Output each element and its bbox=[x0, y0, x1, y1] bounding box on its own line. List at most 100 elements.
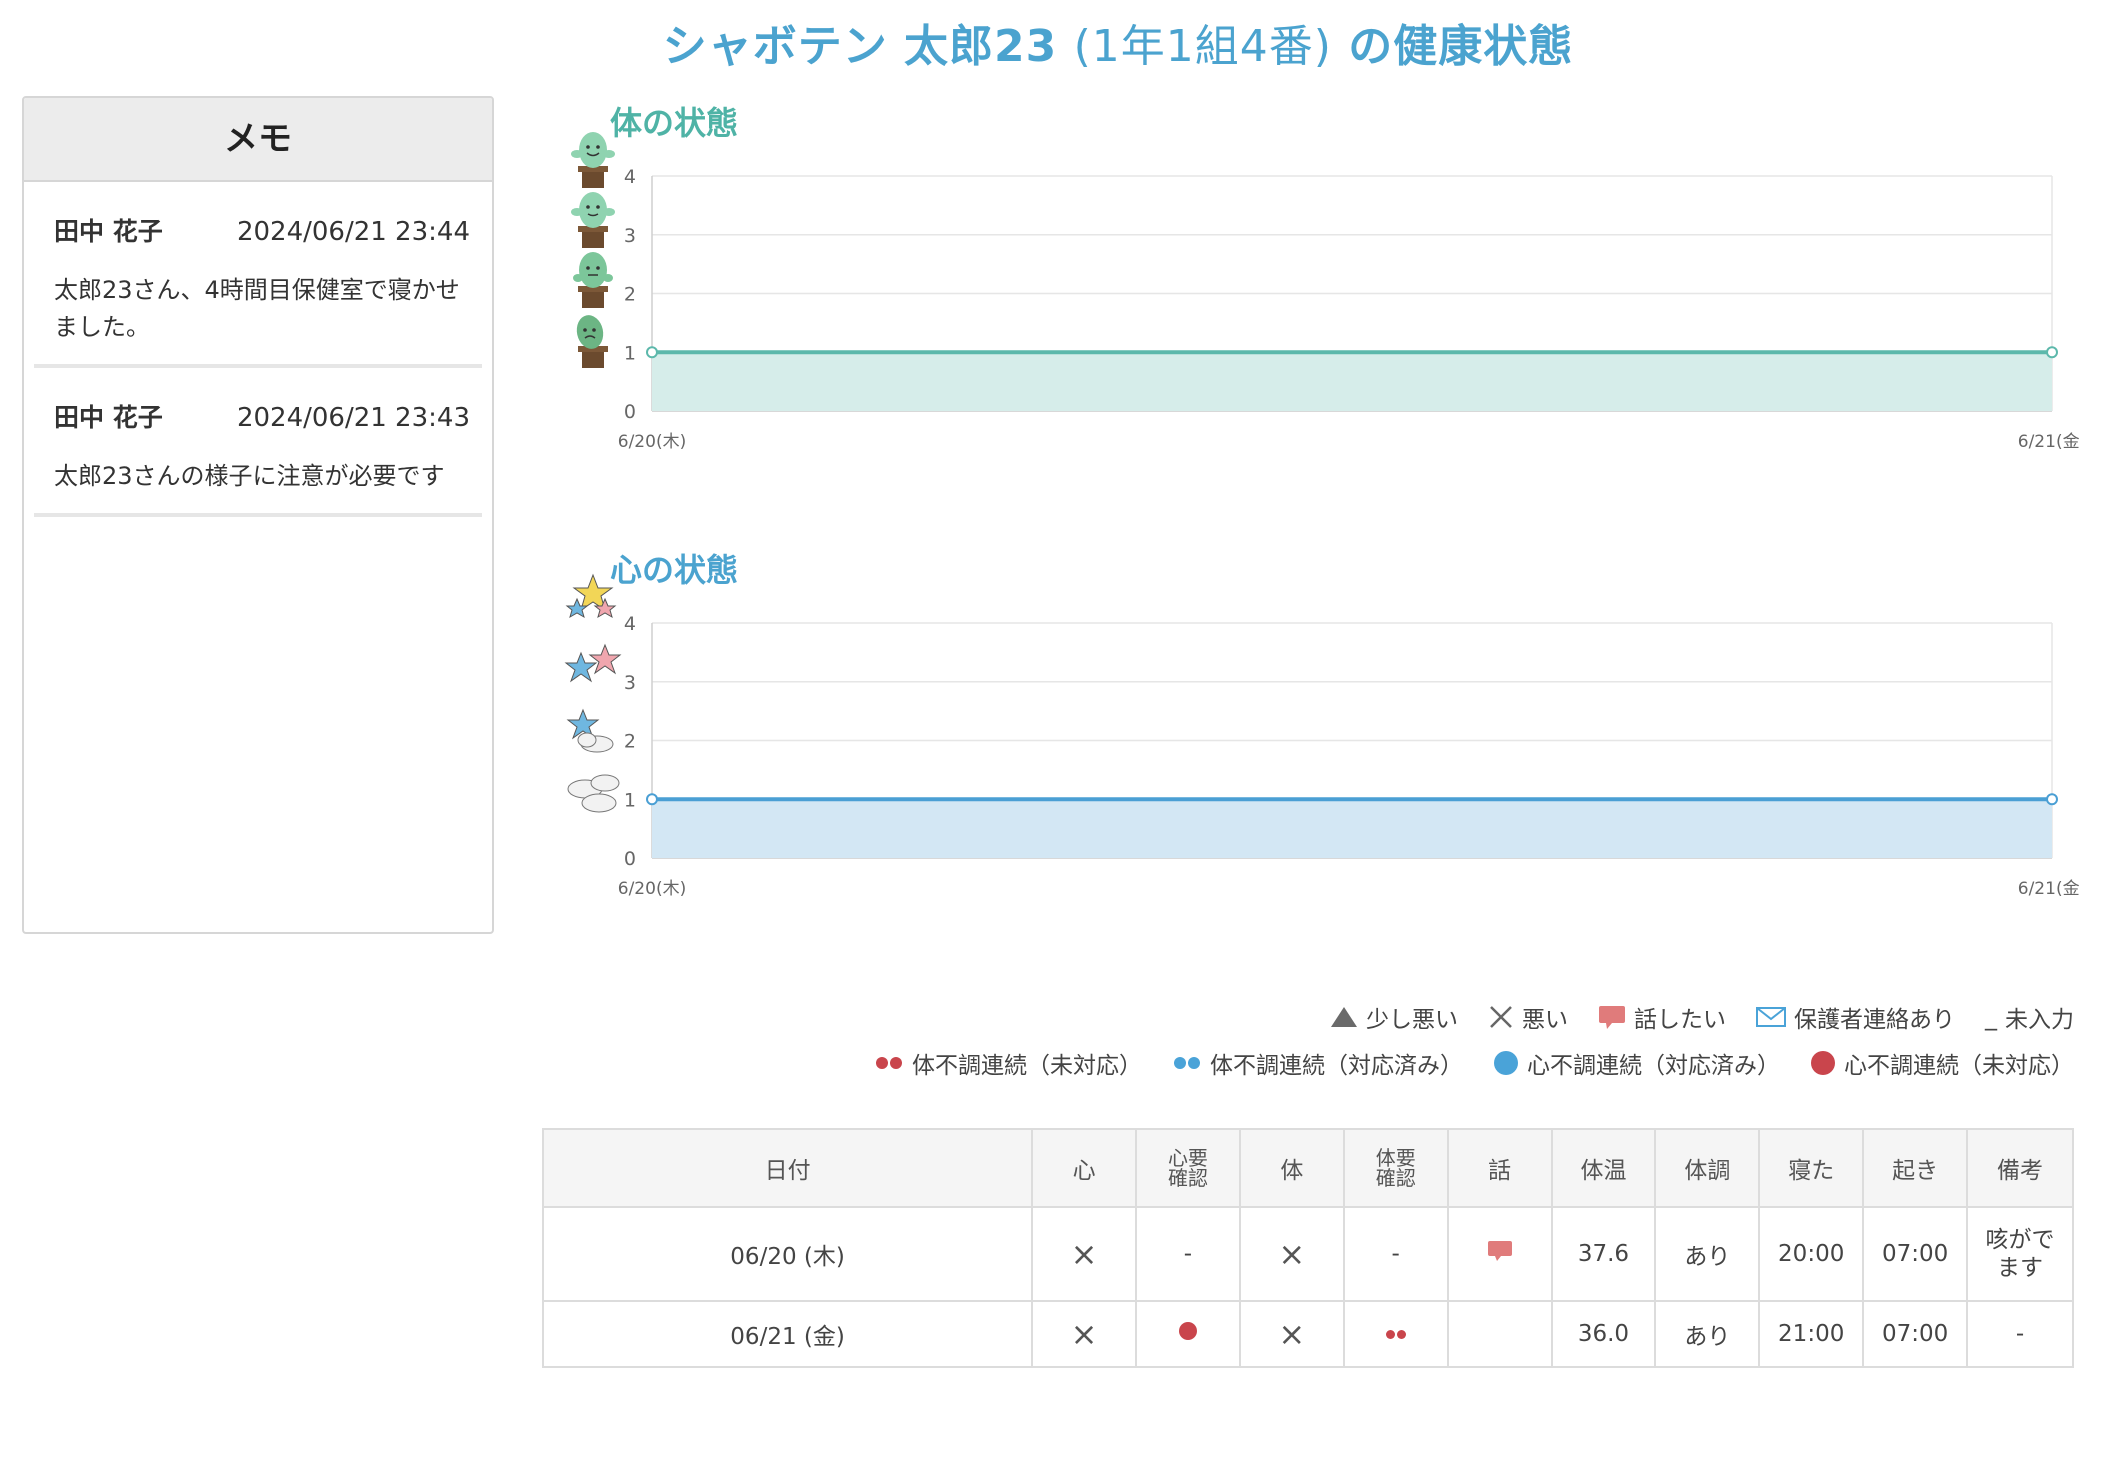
cell-mind: × bbox=[1031, 1300, 1137, 1368]
star-icon-3 bbox=[564, 643, 622, 683]
legend-item: 体不調連続（未対応） bbox=[874, 1046, 1142, 1080]
memo-text: 太郎23さん、4時間目保健室で寝かせました。 bbox=[54, 276, 460, 341]
cell-sleep: 21:00 bbox=[1758, 1300, 1865, 1368]
table-row[interactable]: 06/21 (金) × × 36.0 あり 21:00 07:00 - bbox=[541, 1300, 2074, 1368]
mind-chart-x-tick-label: 6/21(金) bbox=[2018, 879, 2080, 899]
body-chart-y-tick-label: 1 bbox=[624, 342, 636, 364]
legend-label: 少し悪い bbox=[1366, 1007, 1458, 1033]
legend-row-2: 体不調連続（未対応） 体不調連続（対応済み） 心不調連続（対応済み） 心不調連続… bbox=[874, 1046, 2074, 1080]
cell-temperature: 36.0 bbox=[1550, 1300, 1657, 1368]
body-chart-y-tick-label: 4 bbox=[624, 166, 636, 188]
cell-temperature: 37.6 bbox=[1550, 1206, 1657, 1302]
col-header-condition: 体調 bbox=[1654, 1128, 1761, 1208]
cell-body: × bbox=[1238, 1206, 1345, 1302]
legend-label: 心不調連続（未対応） bbox=[1844, 1053, 2074, 1079]
mind-chart-y-tick-label: 4 bbox=[624, 613, 636, 635]
page-title: シャボテン 太郎23 (1年1組4番) の健康状態 bbox=[0, 10, 2118, 74]
cactus-icon-2 bbox=[573, 252, 613, 308]
mind-chart-title: 心の状態 bbox=[610, 551, 739, 589]
legend-item: 心不調連続（対応済み） bbox=[1493, 1046, 1780, 1080]
memo-text: 太郎23さんの様子に注意が必要です bbox=[54, 462, 445, 490]
mind-chart-y-tick-label: 0 bbox=[624, 848, 636, 870]
cross-icon bbox=[1490, 1006, 1512, 1028]
col-header-mind-check: 心要確認 bbox=[1134, 1128, 1241, 1208]
legend-label: 体不調連続（未対応） bbox=[912, 1053, 1142, 1079]
cell-condition: あり bbox=[1654, 1300, 1761, 1368]
pills-blue-icon bbox=[1174, 1057, 1200, 1069]
col-header-body-check: 体要確認 bbox=[1342, 1128, 1449, 1208]
triangle-icon bbox=[1331, 1007, 1357, 1027]
body-chart-data-point bbox=[2046, 346, 2058, 359]
cross-icon: × bbox=[1070, 1234, 1098, 1273]
speech-bubble-icon bbox=[1599, 1006, 1625, 1029]
body-chart-data-point bbox=[646, 346, 658, 359]
body-chart-y-tick-label: 2 bbox=[624, 284, 636, 306]
mind-condition-chart: 0 1 2 3 4 6/20(木) 6/21(金) 心の状態 bbox=[540, 545, 2080, 925]
cell-mind-check: - bbox=[1134, 1206, 1241, 1302]
pills-red-icon bbox=[1385, 1330, 1406, 1339]
cactus-icon-3 bbox=[571, 192, 615, 248]
body-chart-y-tick-label: 3 bbox=[624, 225, 636, 247]
legend-item: 悪い bbox=[1488, 1000, 1568, 1034]
memo-author: 田中 花子 bbox=[54, 217, 163, 246]
title-main: シャボテン 太郎23 bbox=[662, 21, 1058, 72]
memo-panel: メモ 田中 花子 2024/06/21 23:44 太郎23さん、4時間目保健室… bbox=[22, 96, 494, 934]
legend-label: 保護者連絡あり bbox=[1794, 1007, 1955, 1033]
col-header-date: 日付 bbox=[541, 1128, 1034, 1208]
memo-time: 2024/06/21 23:43 bbox=[236, 403, 470, 433]
legend-item: 体不調連続（対応済み） bbox=[1172, 1046, 1463, 1080]
memo-time: 2024/06/21 23:44 bbox=[236, 217, 470, 247]
cell-mind: × bbox=[1031, 1206, 1137, 1302]
cell-talk bbox=[1446, 1206, 1553, 1302]
star-cloud-icon-2 bbox=[566, 708, 614, 753]
cross-icon: × bbox=[1278, 1234, 1306, 1273]
table-row[interactable]: 06/20 (木) × - × - 37.6 あり 20:00 07:00 咳が… bbox=[541, 1206, 2074, 1302]
health-record-table: 日付 心 心要確認 体 体要確認 話 体温 体調 寝た 起き 備考 06/20 … bbox=[541, 1128, 2074, 1368]
table-header-row: 日付 心 心要確認 体 体要確認 話 体温 体調 寝た 起き 備考 bbox=[541, 1128, 2074, 1208]
cell-note: - bbox=[1966, 1300, 2074, 1368]
mind-chart-data-point bbox=[646, 793, 658, 806]
dot-blue-icon bbox=[1494, 1051, 1518, 1075]
body-chart-x-tick-label: 6/21(金) bbox=[2018, 432, 2080, 452]
cross-icon: × bbox=[1070, 1314, 1098, 1353]
legend-label: 未入力 bbox=[2005, 1007, 2074, 1033]
cross-icon: × bbox=[1278, 1314, 1306, 1353]
body-chart-svg: 0 1 2 3 4 6/20(木) 6/21(金) bbox=[571, 132, 2080, 452]
legend-label: 体不調連続（対応済み） bbox=[1210, 1053, 1463, 1079]
cell-date: 06/20 (木) bbox=[541, 1206, 1034, 1302]
cell-body: × bbox=[1238, 1300, 1345, 1368]
memo-item: 田中 花子 2024/06/21 23:43 太郎23さんの様子に注意が必要です bbox=[34, 368, 482, 517]
cell-mind-check bbox=[1134, 1300, 1241, 1368]
col-header-temperature: 体温 bbox=[1550, 1128, 1657, 1208]
pills-red-icon bbox=[876, 1057, 902, 1069]
legend-item: 保護者連絡あり bbox=[1756, 1000, 1955, 1034]
speech-bubble-icon bbox=[1487, 1241, 1512, 1261]
title-suffix: の健康状態 bbox=[1348, 21, 1574, 72]
col-header-talk: 話 bbox=[1446, 1128, 1553, 1208]
body-chart-title: 体の状態 bbox=[610, 104, 739, 142]
star-icon-4 bbox=[565, 573, 617, 619]
legend-label: 話したい bbox=[1634, 1007, 1726, 1033]
legend-item: 少し悪い bbox=[1330, 1000, 1458, 1034]
cell-wake: 07:00 bbox=[1862, 1300, 1969, 1368]
underscore-icon: _ bbox=[1985, 1003, 1997, 1031]
body-chart-area bbox=[652, 352, 2052, 411]
memo-item: 田中 花子 2024/06/21 23:44 太郎23さん、4時間目保健室で寝か… bbox=[34, 182, 482, 368]
legend-item: 話したい bbox=[1598, 1000, 1726, 1034]
title-sub: (1年1組4番) bbox=[1073, 21, 1332, 72]
col-header-sleep: 寝た bbox=[1758, 1128, 1865, 1208]
col-header-body: 体 bbox=[1238, 1128, 1345, 1208]
body-chart-y-tick-label: 0 bbox=[624, 401, 636, 423]
mind-chart-y-tick-label: 3 bbox=[624, 672, 636, 694]
body-chart-x-tick-label: 6/20(木) bbox=[618, 432, 686, 452]
mind-chart-svg: 0 1 2 3 4 6/20(木) 6/21(金) bbox=[564, 573, 2080, 899]
cell-talk bbox=[1446, 1300, 1553, 1368]
mind-chart-data-point bbox=[2046, 793, 2058, 806]
cell-note: 咳がでます bbox=[1966, 1206, 2074, 1302]
body-condition-chart: 0 1 2 3 4 6/20(木) 6/21(金) 体の状態 bbox=[540, 98, 2080, 478]
mind-chart-area bbox=[652, 799, 2052, 858]
legend-label: 悪い bbox=[1522, 1007, 1568, 1033]
col-header-wake: 起き bbox=[1862, 1128, 1969, 1208]
memo-author: 田中 花子 bbox=[54, 403, 163, 432]
mind-chart-y-tick-label: 1 bbox=[624, 789, 636, 811]
